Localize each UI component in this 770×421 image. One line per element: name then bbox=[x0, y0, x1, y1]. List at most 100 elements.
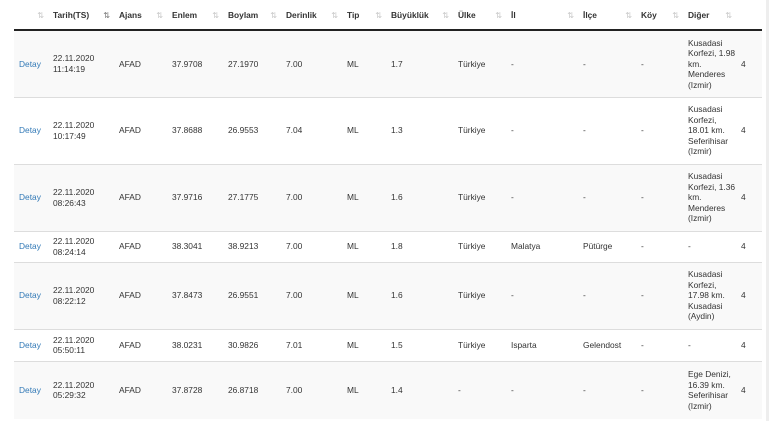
longitude-cell: 30.9826 bbox=[223, 328, 281, 361]
column-header-country[interactable]: Ülke ⇅ bbox=[453, 0, 506, 31]
longitude-cell: 26.9553 bbox=[223, 96, 281, 164]
latitude-cell: 37.8688 bbox=[167, 96, 223, 164]
sort-icon[interactable]: ⇅ bbox=[495, 11, 502, 20]
table-row: Detay 22.11.2020 08:24:14 AFAD 38.3041 38… bbox=[14, 230, 762, 262]
overflow-cell: 4 bbox=[736, 96, 762, 164]
province-cell: Malatya bbox=[506, 230, 578, 262]
date-cell: 22.11.2020 10:17:49 bbox=[48, 96, 114, 164]
village-cell: - bbox=[636, 261, 683, 329]
time-text: 05:50:11 bbox=[53, 345, 85, 355]
depth-cell: 7.00 bbox=[281, 360, 342, 419]
column-header-other[interactable]: Diğer ⇅ bbox=[683, 0, 736, 31]
latitude-cell: 37.9716 bbox=[167, 163, 223, 231]
other-cell: Kusadasi Korfezi, 17.98 km. Kusadasi (Ay… bbox=[683, 261, 736, 329]
table-row: Detay 22.11.2020 11:14:19 AFAD 37.9708 27… bbox=[14, 29, 762, 97]
detail-link[interactable]: Detay bbox=[14, 261, 48, 329]
village-cell: - bbox=[636, 230, 683, 262]
latitude-cell: 38.0231 bbox=[167, 328, 223, 361]
column-header-agency[interactable]: Ajans ⇅ bbox=[114, 0, 167, 31]
depth-cell: 7.00 bbox=[281, 261, 342, 329]
column-header-latitude[interactable]: Enlem ⇅ bbox=[167, 0, 223, 31]
type-cell: ML bbox=[342, 230, 386, 262]
latitude-cell: 37.8473 bbox=[167, 261, 223, 329]
country-cell: - bbox=[453, 360, 506, 419]
date-cell: 22.11.2020 08:24:14 bbox=[48, 230, 114, 262]
table-row: Detay 22.11.2020 08:26:43 AFAD 37.9716 27… bbox=[14, 163, 762, 231]
sort-icon[interactable]: ⇅ bbox=[212, 11, 219, 20]
agency-cell: AFAD bbox=[114, 261, 167, 329]
longitude-cell: 26.8718 bbox=[223, 360, 281, 419]
column-header-province[interactable]: İl ⇅ bbox=[506, 0, 578, 31]
sort-active-icon[interactable]: ⇅ bbox=[103, 11, 110, 20]
time-text: 08:22:12 bbox=[53, 295, 86, 306]
sort-icon[interactable]: ⇅ bbox=[331, 11, 338, 20]
table-header-row: ⇅ Tarih(TS) ⇅ Ajans ⇅ Enlem ⇅ Boylam ⇅ Derin… bbox=[14, 0, 762, 31]
agency-cell: AFAD bbox=[114, 29, 167, 97]
detail-link[interactable]: Detay bbox=[14, 360, 48, 419]
column-header-village[interactable]: Köy ⇅ bbox=[636, 0, 683, 31]
depth-cell: 7.04 bbox=[281, 96, 342, 164]
date-text: 22.11.2020 bbox=[53, 187, 95, 197]
village-cell: - bbox=[636, 96, 683, 164]
province-cell: Isparta bbox=[506, 328, 578, 361]
column-header-type[interactable]: Tip ⇅ bbox=[342, 0, 386, 31]
sort-icon[interactable]: ⇅ bbox=[156, 11, 163, 20]
date-cell: 22.11.2020 08:22:12 bbox=[48, 261, 114, 329]
other-cell: Kusadasi Korfezi, 1.36 km. Menderes (Izm… bbox=[683, 163, 736, 231]
province-cell: - bbox=[506, 261, 578, 329]
time-text: 10:17:49 bbox=[53, 130, 86, 141]
sort-icon[interactable]: ⇅ bbox=[625, 11, 632, 20]
district-cell: - bbox=[578, 163, 636, 231]
district-cell: - bbox=[578, 261, 636, 329]
overflow-cell: 4 bbox=[736, 360, 762, 419]
overflow-cell: 4 bbox=[736, 328, 762, 361]
other-cell: Kusadasi Korfezi, 1.98 km. Menderes (Izm… bbox=[683, 29, 736, 97]
country-cell: Türkiye bbox=[453, 96, 506, 164]
sort-icon[interactable]: ⇅ bbox=[672, 11, 679, 20]
agency-cell: AFAD bbox=[114, 230, 167, 262]
district-cell: Pütürge bbox=[578, 230, 636, 262]
sort-icon[interactable]: ⇅ bbox=[375, 11, 382, 20]
type-cell: ML bbox=[342, 360, 386, 419]
province-cell: - bbox=[506, 163, 578, 231]
magnitude-cell: 1.5 bbox=[386, 328, 453, 361]
table-row: Detay 22.11.2020 08:22:12 AFAD 37.8473 26… bbox=[14, 261, 762, 329]
type-cell: ML bbox=[342, 96, 386, 164]
column-header-magnitude[interactable]: Büyüklük ⇅ bbox=[386, 0, 453, 31]
column-header-district[interactable]: İlçe ⇅ bbox=[578, 0, 636, 31]
sort-icon[interactable]: ⇅ bbox=[37, 11, 44, 20]
other-cell: Kusadasi Korfezi, 18.01 km. Seferihisar … bbox=[683, 96, 736, 164]
magnitude-cell: 1.6 bbox=[386, 261, 453, 329]
agency-cell: AFAD bbox=[114, 96, 167, 164]
sort-icon[interactable]: ⇅ bbox=[270, 11, 277, 20]
magnitude-cell: 1.6 bbox=[386, 163, 453, 231]
agency-cell: AFAD bbox=[114, 163, 167, 231]
column-header-date[interactable]: Tarih(TS) ⇅ bbox=[48, 0, 114, 31]
detail-link[interactable]: Detay bbox=[14, 163, 48, 231]
magnitude-cell: 1.8 bbox=[386, 230, 453, 262]
column-header-depth[interactable]: Derinlik ⇅ bbox=[281, 0, 342, 31]
column-header-detail[interactable]: ⇅ bbox=[14, 0, 48, 31]
sort-icon[interactable]: ⇅ bbox=[442, 11, 449, 20]
detail-link[interactable]: Detay bbox=[14, 29, 48, 97]
latitude-cell: 37.9708 bbox=[167, 29, 223, 97]
country-cell: Türkiye bbox=[453, 163, 506, 231]
type-cell: ML bbox=[342, 261, 386, 329]
detail-link[interactable]: Detay bbox=[14, 230, 48, 262]
type-cell: ML bbox=[342, 163, 386, 231]
date-cell: 22.11.2020 11:14:19 bbox=[48, 29, 114, 97]
date-cell: 22.11.2020 05:29:32 bbox=[48, 360, 114, 419]
detail-link[interactable]: Detay bbox=[14, 328, 48, 361]
date-text: 22.11.2020 bbox=[53, 120, 95, 130]
sort-icon[interactable]: ⇅ bbox=[725, 11, 732, 20]
longitude-cell: 38.9213 bbox=[223, 230, 281, 262]
column-header-longitude[interactable]: Boylam ⇅ bbox=[223, 0, 281, 31]
sort-icon[interactable]: ⇅ bbox=[567, 11, 574, 20]
vertical-scrollbar[interactable] bbox=[766, 0, 769, 421]
time-text: 08:24:14 bbox=[53, 246, 86, 257]
longitude-cell: 27.1970 bbox=[223, 29, 281, 97]
detail-link[interactable]: Detay bbox=[14, 96, 48, 164]
district-cell: Gelendost bbox=[578, 328, 636, 361]
earthquake-table: ⇅ Tarih(TS) ⇅ Ajans ⇅ Enlem ⇅ Boylam ⇅ Derin… bbox=[14, 0, 762, 419]
depth-cell: 7.00 bbox=[281, 163, 342, 231]
